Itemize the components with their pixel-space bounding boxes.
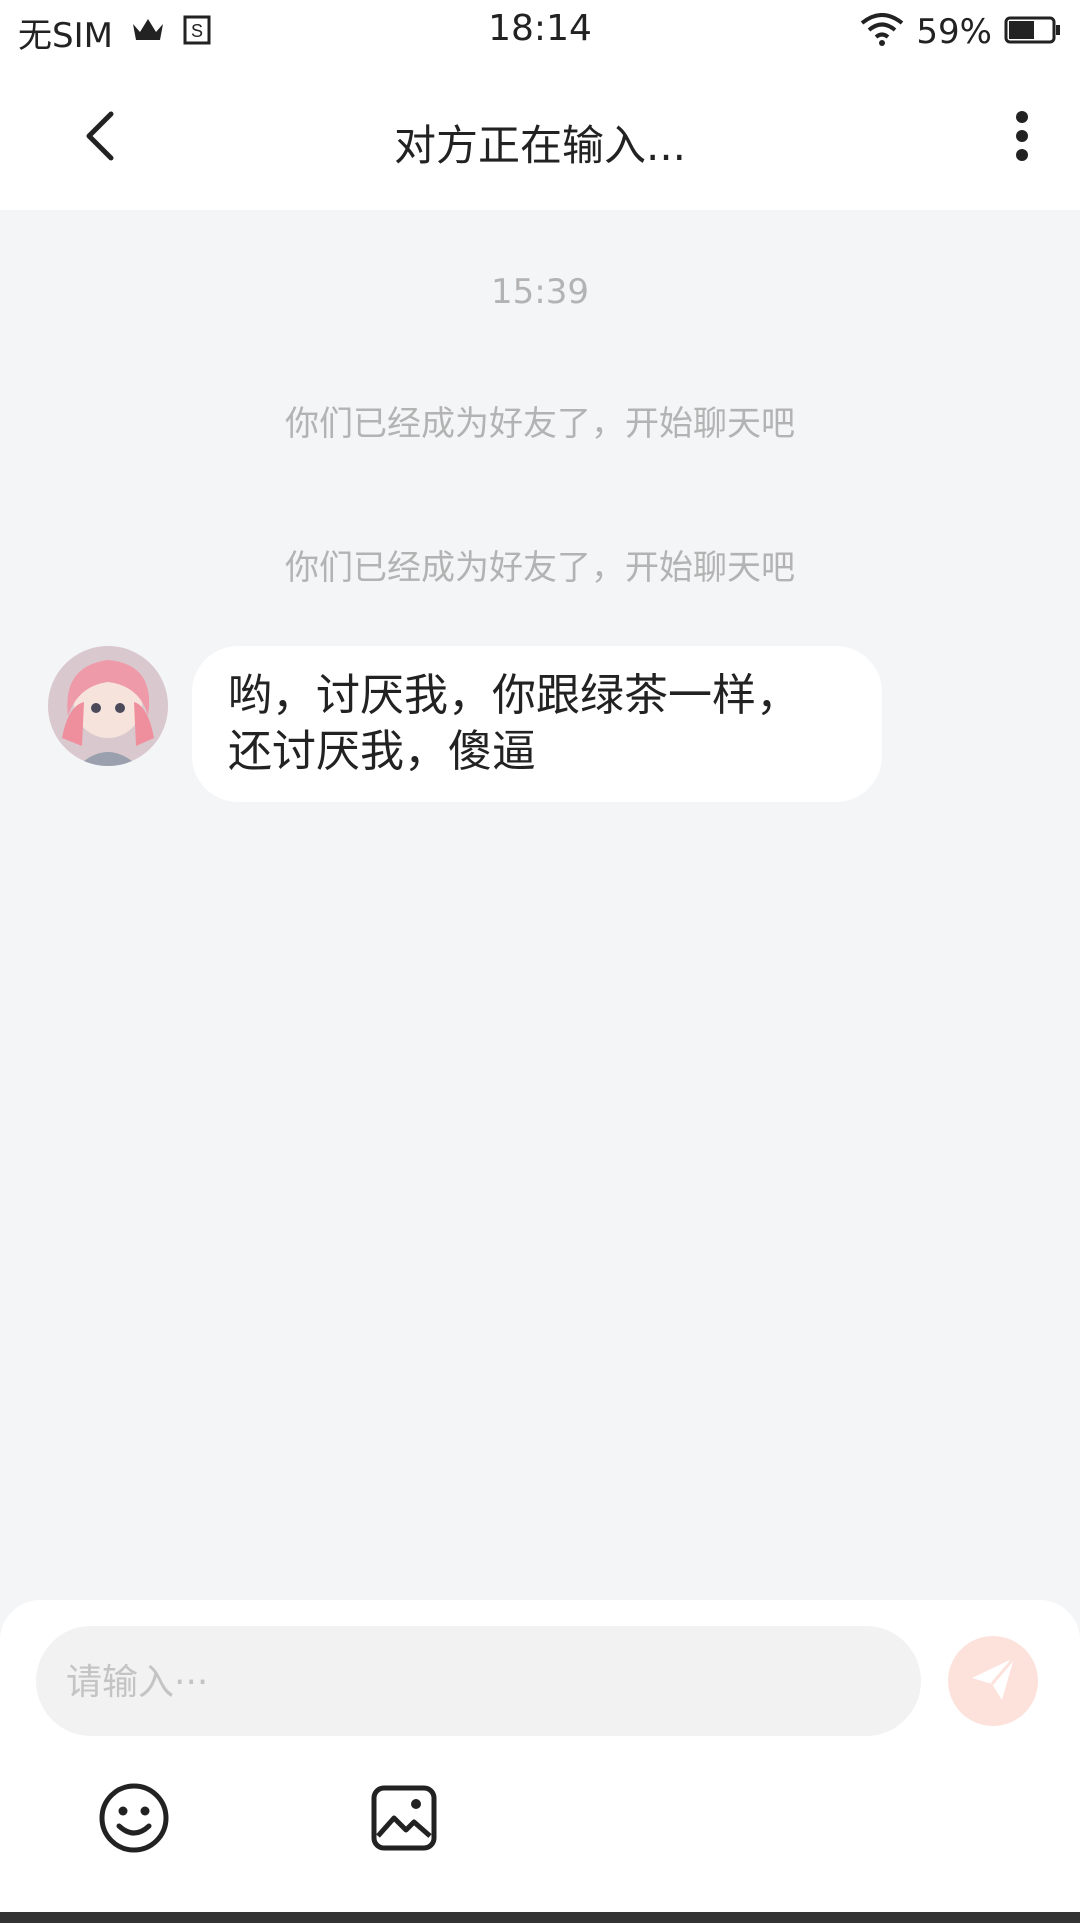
bottom-edge xyxy=(0,1912,1080,1923)
chat-area[interactable]: 15:39 你们已经成为好友了，开始聊天吧 你们已经成为好友了，开始聊天吧 哟，… xyxy=(0,210,1080,1600)
message-bubble[interactable]: 哟，讨厌我，你跟绿茶一样，还讨厌我，傻逼 xyxy=(192,646,882,802)
composer xyxy=(0,1600,1080,1923)
chat-timestamp: 15:39 xyxy=(491,272,589,312)
image-icon xyxy=(370,1784,438,1856)
status-right: 59% xyxy=(860,10,1062,54)
more-button[interactable] xyxy=(992,108,1052,168)
message-input-box[interactable] xyxy=(36,1626,921,1738)
emoji-button[interactable] xyxy=(94,1780,174,1860)
system-message: 你们已经成为好友了，开始聊天吧 xyxy=(285,404,795,444)
page-title: 对方正在输入... xyxy=(393,121,687,170)
image-button[interactable] xyxy=(364,1780,444,1860)
wifi-icon xyxy=(860,13,904,51)
message-input[interactable] xyxy=(64,1626,888,1738)
send-icon xyxy=(968,1654,1018,1708)
battery-icon xyxy=(1004,15,1062,49)
status-bar: 无SIM S 18:14 59% xyxy=(0,0,1080,64)
nav-bar: 对方正在输入... xyxy=(0,64,1080,210)
system-message: 你们已经成为好友了，开始聊天吧 xyxy=(285,548,795,588)
send-button[interactable] xyxy=(948,1636,1038,1726)
message-row: 哟，讨厌我，你跟绿茶一样，还讨厌我，傻逼 xyxy=(48,646,882,802)
more-vertical-icon xyxy=(1015,110,1029,166)
emoji-icon xyxy=(98,1782,170,1858)
avatar[interactable] xyxy=(48,646,168,766)
battery-percent: 59% xyxy=(916,12,992,52)
